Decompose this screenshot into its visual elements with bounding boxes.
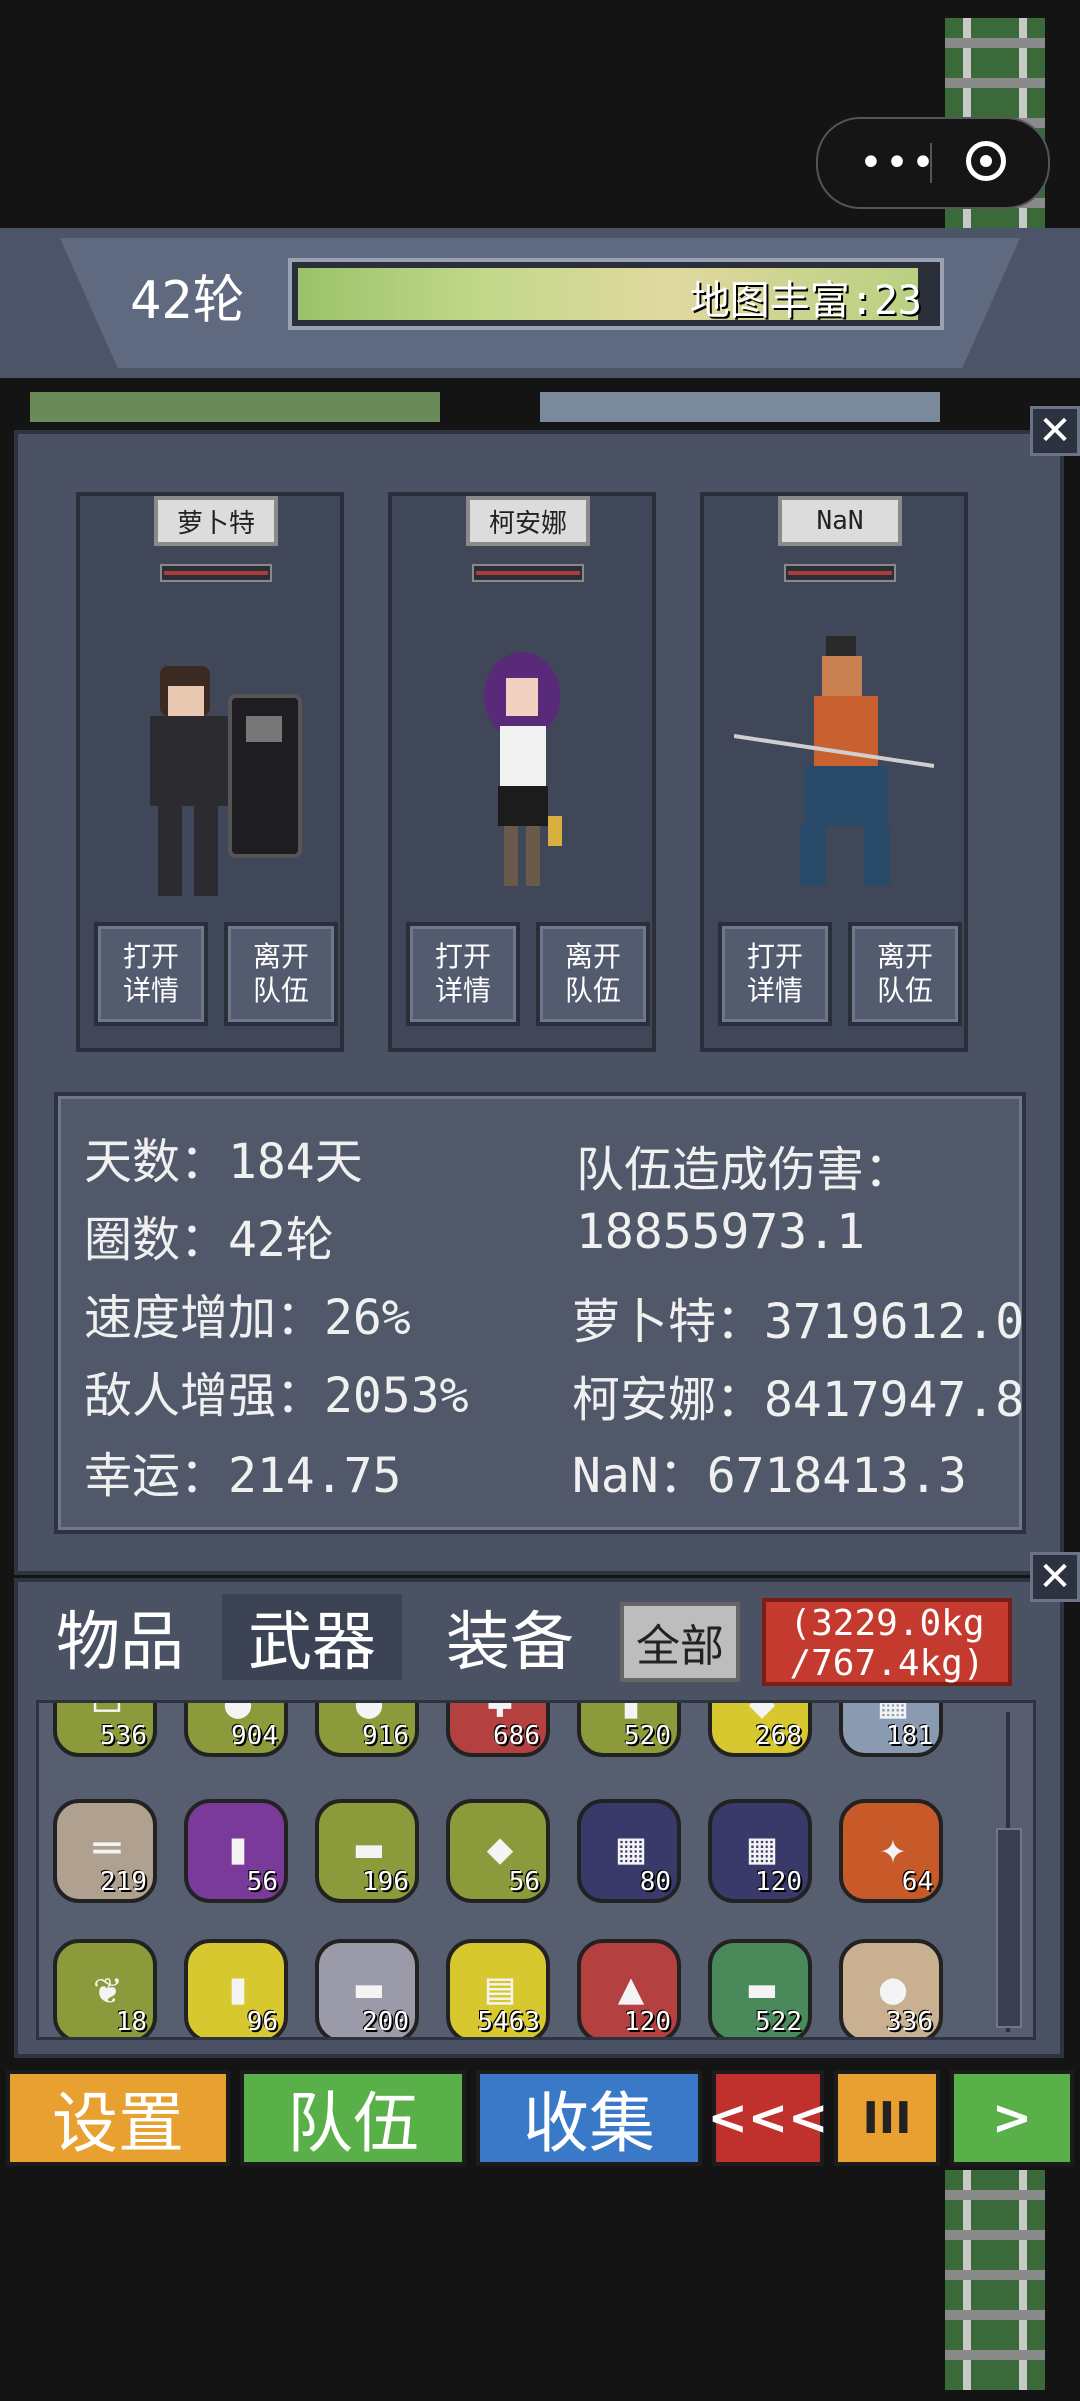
inventory-slot[interactable]: ▲ 120 [577,1939,681,2037]
item-count: 520 [624,1721,671,1751]
inventory-slot[interactable]: ✚ 686 [446,1703,550,1757]
member-sprite-riot-soldier [150,666,302,896]
more-icon[interactable]: ••• [848,119,948,207]
scenery-strip [540,392,940,422]
item-count: 200 [362,2007,409,2037]
leave-team-button[interactable]: 离开 队伍 [848,922,962,1026]
stat-damage-title: 队伍造成伤害： [576,1142,913,1198]
close-target-icon[interactable] [966,141,1006,181]
member-sprite-office-lady [484,652,562,886]
item-count: 64 [901,1867,933,1897]
inventory-slot[interactable]: ▮ 56 [184,1799,288,1903]
member-name: 萝卜特 [154,496,278,546]
inventory-slot[interactable]: ◆ 268 [708,1703,812,1757]
inventory-slot[interactable]: ● 336 [839,1939,943,2037]
item-count: 181 [886,1721,933,1751]
inventory-slot[interactable]: ═ 219 [53,1799,157,1903]
stat-luck: 幸运：214.75 [84,1448,402,1504]
pause-button[interactable]: III [834,2070,940,2166]
item-count: 916 [362,1721,409,1751]
inventory-slot[interactable]: ▤ 5463 [446,1939,550,2037]
item-count: 96 [246,2007,278,2037]
inventory-slot[interactable]: ● 916 [315,1703,419,1757]
map-richness-bar: 地图丰富:23 [288,258,944,330]
item-count: 522 [755,2007,802,2037]
rail-track-bottom [945,2170,1045,2390]
inventory-grid: ▭ 536 ● 904 ● 916 ✚ 686 ▮ 520 ◆ 268 ▦ 181 ═ 219 ▮ 56 ▬ 196 ◆… [36,1700,1036,2040]
stat-damage-total: 18855973.1 [576,1204,865,1260]
collect-button[interactable]: 收集 [476,2070,702,2166]
inventory-slot[interactable]: ● 904 [184,1703,288,1757]
tab-weapons[interactable]: 武器 [222,1594,402,1680]
inventory-slot[interactable]: ▬ 200 [315,1939,419,2037]
open-details-button[interactable]: 打开 详情 [718,922,832,1026]
item-count: 80 [639,1867,671,1897]
member-hp-bar [472,564,584,582]
member-name: 柯安娜 [466,496,590,546]
round-counter: 42轮 [130,271,245,331]
scrollbar-thumb[interactable] [996,1828,1022,2028]
open-details-button[interactable]: 打开 详情 [406,922,520,1026]
item-count: 336 [886,2007,933,2037]
weight-indicator: (3229.0kg /767.4kg) [762,1598,1012,1686]
tab-equipment[interactable]: 装备 [420,1594,600,1680]
item-count: 120 [755,1867,802,1897]
team-member-card: NaN 打开 详情 离开 队伍 [700,492,968,1052]
team-member-card: 萝卜特 打开 详情 离开 队伍 [76,492,344,1052]
item-count: 56 [246,1867,278,1897]
item-count: 56 [508,1867,540,1897]
inventory-scrollbar[interactable] [996,1712,1022,2032]
member-hp-bar [784,564,896,582]
stat-speed: 速度增加：26% [84,1290,411,1346]
map-richness-label: 地图丰富:23 [689,278,922,324]
inventory-slot[interactable]: ◆ 56 [446,1799,550,1903]
inventory-slot[interactable]: ▭ 536 [53,1703,157,1757]
member-hp-bar [160,564,272,582]
leave-team-button[interactable]: 离开 队伍 [536,922,650,1026]
item-count: 5463 [477,2007,540,2037]
inventory-close-icon[interactable]: ✕ [1030,1552,1080,1602]
play-button[interactable]: > [950,2070,1074,2166]
stat-damage-member: 柯安娜：8417947.8 [572,1372,1025,1428]
capsule-divider [930,143,932,183]
inventory-slot[interactable]: ▦ 181 [839,1703,943,1757]
member-sprite-samurai [734,636,935,886]
inventory-slot[interactable]: ✦ 64 [839,1799,943,1903]
inventory-slot[interactable]: ▦ 80 [577,1799,681,1903]
item-count: 196 [362,1867,409,1897]
member-name: NaN [778,496,902,546]
stat-days: 天数：184天 [84,1134,363,1190]
inventory-slot[interactable]: ▬ 522 [708,1939,812,2037]
filter-all-button[interactable]: 全部 [620,1602,740,1682]
tab-items[interactable]: 物品 [40,1594,200,1680]
weight-current: (3229.0kg [789,1603,985,1644]
inventory-slot[interactable]: ▦ 120 [708,1799,812,1903]
stat-damage-member: NaN：6718413.3 [572,1448,967,1504]
inventory-slot[interactable]: ▬ 196 [315,1799,419,1903]
rewind-button[interactable]: <<< [708,2070,828,2166]
stat-rounds: 圈数：42轮 [84,1212,334,1268]
open-details-button[interactable]: 打开 详情 [94,922,208,1026]
leave-team-button[interactable]: 离开 队伍 [224,922,338,1026]
stat-damage-member: 萝卜特：3719612.0 [572,1294,1025,1350]
item-count: 686 [493,1721,540,1751]
settings-button[interactable]: 设置 [6,2070,230,2166]
scenery-strip [30,392,440,422]
item-count: 904 [231,1721,278,1751]
team-button[interactable]: 队伍 [240,2070,466,2166]
item-count: 120 [624,2007,671,2037]
item-count: 219 [100,1867,147,1897]
team-member-card: 柯安娜 打开 详情 离开 队伍 [388,492,656,1052]
miniprogram-capsule: ••• [816,117,1050,209]
item-count: 536 [100,1721,147,1751]
item-count: 268 [755,1721,802,1751]
inventory-slot[interactable]: ❦ 18 [53,1939,157,2037]
team-panel-close-icon[interactable]: ✕ [1030,406,1080,456]
inventory-slot[interactable]: ▮ 520 [577,1703,681,1757]
item-count: 18 [115,2007,147,2037]
stat-enemy-boost: 敌人增强：2053% [84,1368,469,1424]
weight-capacity: /767.4kg) [789,1643,985,1684]
inventory-slot[interactable]: ▮ 96 [184,1939,288,2037]
